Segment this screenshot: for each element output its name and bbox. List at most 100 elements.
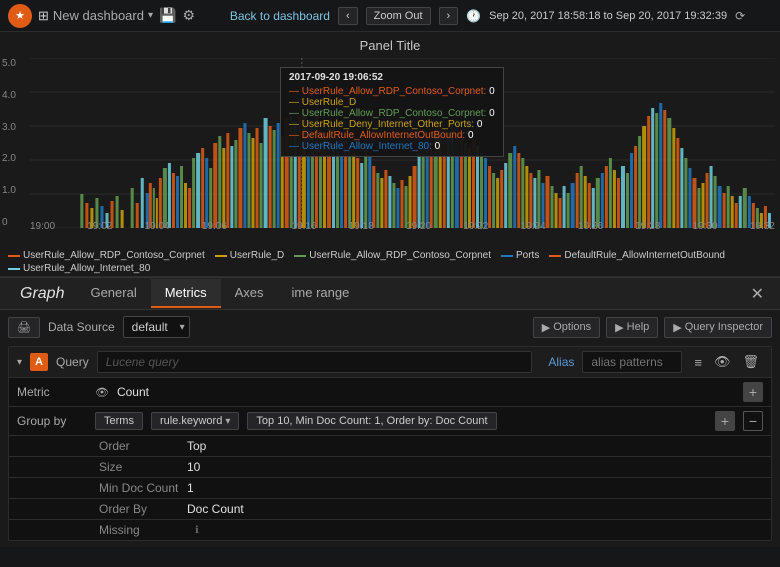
- sub-row-missing: Missing ℹ: [9, 520, 771, 540]
- query-input[interactable]: [97, 351, 533, 373]
- sub-value-size: 10: [187, 460, 200, 474]
- chart-plot[interactable]: [30, 58, 775, 228]
- zoom-left-btn[interactable]: ‹: [338, 7, 358, 25]
- y-label-1: 1.0: [2, 185, 16, 196]
- editor-content: 🖨 Data Source default ▶ Options ▶ Help ▶: [0, 310, 780, 547]
- metric-add-btn[interactable]: +: [743, 382, 763, 402]
- x-label-1928: 19:28: [635, 221, 660, 232]
- tab-time-range[interactable]: ime range: [278, 279, 364, 308]
- sub-row-orderby: Order By Doc Count: [9, 499, 771, 520]
- field-chevron: ▾: [225, 416, 230, 427]
- query-inspector-btn[interactable]: ▶ Query Inspector: [664, 317, 772, 338]
- y-label-2: 2.0: [2, 153, 16, 164]
- collapse-btn[interactable]: ▾: [17, 357, 22, 368]
- x-label-1926: 19:26: [578, 221, 603, 232]
- legend-label-1: UserRule_D: [230, 250, 284, 261]
- query-delete-btn[interactable]: 🗑: [738, 352, 763, 372]
- panel-title: Panel Title: [0, 32, 780, 55]
- refresh-btn[interactable]: ⟳: [735, 9, 745, 23]
- x-label-1920: 19:20: [406, 221, 431, 232]
- close-btn[interactable]: ✕: [743, 284, 772, 304]
- legend-item-1: UserRule_D: [215, 250, 284, 261]
- datasource-label: Data Source: [48, 320, 115, 334]
- metric-row: Metric 👁 Count +: [9, 378, 771, 407]
- datasource-select[interactable]: default: [123, 316, 190, 338]
- groupby-remove-btn[interactable]: −: [743, 411, 763, 431]
- settings-icon[interactable]: ⚙: [182, 7, 195, 24]
- groupby-label: Group by: [17, 414, 87, 428]
- tab-axes[interactable]: Axes: [221, 279, 278, 308]
- back-to-dashboard-link[interactable]: Back to dashboard: [230, 9, 330, 23]
- sub-label-mindoc: Min Doc Count: [99, 481, 179, 495]
- query-actions: ≡ 👁 🗑: [690, 352, 763, 372]
- query-label: Query: [56, 355, 89, 369]
- groupby-row: Group by Terms rule.keyword ▾ Top 10, Mi…: [9, 407, 771, 436]
- legend-color-4: [8, 268, 20, 270]
- options-btn[interactable]: ▶ Options: [533, 317, 600, 338]
- help-btn[interactable]: ▶ Help: [606, 317, 658, 338]
- dashboard-title: ⊞ New dashboard ▾: [38, 8, 153, 24]
- metric-eye-icon[interactable]: 👁: [95, 386, 109, 399]
- tab-metrics[interactable]: Metrics: [151, 279, 221, 308]
- clock-icon: 🕐: [466, 9, 481, 23]
- sub-label-size: Size: [99, 460, 179, 474]
- query-inspector-chevron: ▶: [673, 321, 681, 334]
- right-buttons: ▶ Options ▶ Help ▶ Query Inspector: [533, 317, 772, 338]
- sub-row-size: Size 10: [9, 457, 771, 478]
- app-icon[interactable]: ★: [8, 4, 32, 28]
- missing-info-icon[interactable]: ℹ: [195, 525, 199, 536]
- graph-panel-header: Graph General Metrics Axes ime range ✕: [0, 278, 780, 310]
- zoom-right-btn[interactable]: ›: [439, 7, 459, 25]
- groupby-add-btn[interactable]: +: [715, 411, 735, 431]
- save-icon[interactable]: 💾: [159, 7, 176, 24]
- legend-color-1: [215, 255, 227, 257]
- chart-svg: [30, 58, 775, 228]
- editor-toolbar: 🖨 Data Source default ▶ Options ▶ Help ▶: [8, 316, 772, 338]
- x-label-1902: 19:02: [87, 221, 112, 232]
- top10-badge[interactable]: Top 10, Min Doc Count: 1, Order by: Doc …: [247, 412, 496, 430]
- time-range[interactable]: Sep 20, 2017 18:58:18 to Sep 20, 2017 19…: [489, 10, 727, 22]
- legend-item-4: UserRule_Allow_Internet_80: [8, 263, 150, 274]
- legend-label-0: UserRule_Allow_RDP_Contoso_Corpnet: [23, 250, 205, 261]
- legend-item-ports: Ports: [501, 250, 539, 261]
- query-letter: A: [30, 353, 48, 371]
- datasource-select-wrapper[interactable]: default: [123, 316, 190, 338]
- top-bar: ★ ⊞ New dashboard ▾ 💾 ⚙ Back to dashboar…: [0, 0, 780, 32]
- legend-item-3: DefaultRule_AllowInternetOutBound: [549, 250, 725, 261]
- x-label-1904: 19:04: [145, 221, 170, 232]
- alias-input[interactable]: [582, 351, 682, 373]
- sub-label-orderby: Order By: [99, 502, 179, 516]
- dropdown-arrow[interactable]: ▾: [148, 10, 153, 21]
- top-bar-center: Back to dashboard ‹ Zoom Out › 🕐 Sep 20,…: [203, 7, 772, 25]
- metric-type: Count: [117, 385, 149, 399]
- terms-badge[interactable]: Terms: [95, 412, 143, 430]
- y-label-5: 5.0: [2, 58, 16, 69]
- legend-label-3: DefaultRule_AllowInternetOutBound: [564, 250, 725, 261]
- legend-item-2: UserRule_Allow_RDP_Contoso_Corpnet: [294, 250, 491, 261]
- options-chevron: ▶: [542, 321, 550, 334]
- graph-label: Graph: [8, 285, 76, 303]
- sub-value-mindoc: 1: [187, 481, 194, 495]
- legend-area: UserRule_Allow_RDP_Contoso_Corpnet UserR…: [8, 250, 772, 274]
- tab-general[interactable]: General: [76, 279, 150, 308]
- dashboard-name: New dashboard: [53, 8, 144, 23]
- alias-label[interactable]: Alias: [548, 355, 574, 369]
- legend-label-ports: Ports: [516, 250, 539, 261]
- x-label-1922: 19:22: [463, 221, 488, 232]
- field-badge[interactable]: rule.keyword ▾: [151, 412, 239, 430]
- chart-area: Panel Title 5.0 4.0 3.0 2.0 1.0 0: [0, 32, 780, 277]
- sub-value-orderby: Doc Count: [187, 502, 244, 516]
- query-header: ▾ A Query Alias ≡ 👁 🗑: [9, 347, 771, 378]
- zoom-out-btn[interactable]: Zoom Out: [366, 7, 431, 25]
- x-label-1930: 19:30: [693, 221, 718, 232]
- top-bar-left: ★ ⊞ New dashboard ▾ 💾 ⚙: [8, 4, 195, 28]
- printer-btn[interactable]: 🖨: [8, 317, 40, 338]
- x-label-1916: 19:16: [291, 221, 316, 232]
- query-eye-btn[interactable]: 👁: [710, 352, 735, 372]
- sub-row-order: Order Top: [9, 436, 771, 457]
- legend-color-0: [8, 255, 20, 257]
- x-label-1900: 19:00: [30, 221, 55, 232]
- legend-color-2: [294, 255, 306, 257]
- y-label-4: 4.0: [2, 90, 16, 101]
- query-list-btn[interactable]: ≡: [690, 352, 706, 372]
